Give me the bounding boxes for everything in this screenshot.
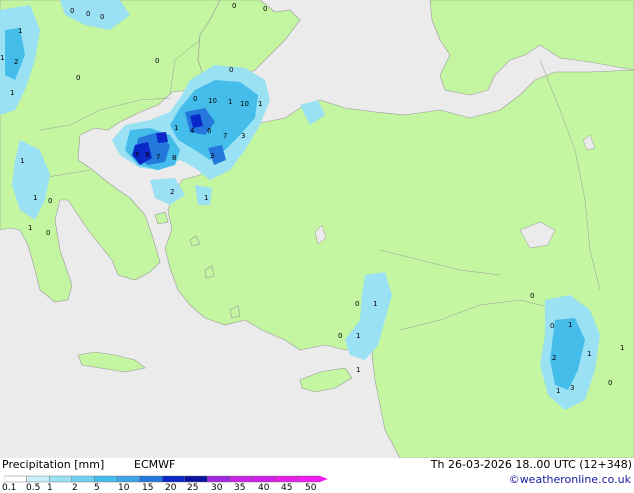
precip-label: 1 — [620, 344, 624, 352]
legend-swatch — [94, 475, 118, 483]
legend-tick-label: 50 — [305, 483, 317, 493]
precip-label: 1 — [0, 54, 4, 62]
precip-label: 0 — [232, 2, 236, 10]
precip-label: 0 — [608, 379, 612, 387]
precip-label: 1 — [356, 332, 360, 340]
legend-swatch — [139, 475, 163, 483]
precip-label: 0 — [86, 10, 90, 18]
legend-tick-label: 25 — [187, 483, 199, 493]
legend-arrow — [320, 476, 328, 482]
precip-label: 7 — [223, 132, 227, 140]
legend-swatch — [297, 475, 321, 483]
legend-swatch — [26, 475, 50, 483]
precip-label: 1 — [587, 350, 591, 358]
legend-tick-label: 1 — [47, 483, 53, 493]
precip-label: 0 — [338, 332, 342, 340]
precip-label: 1 — [10, 89, 14, 97]
legend-swatch — [116, 475, 140, 483]
legend-swatch — [4, 475, 27, 483]
legend-swatch — [275, 475, 299, 483]
precip-label: 0 — [193, 95, 197, 103]
precip-label: 5 — [135, 151, 139, 159]
precip-label: 0 — [263, 5, 267, 13]
precip-label: 8 — [172, 154, 176, 162]
legend-tick-label: 2 — [72, 483, 78, 493]
precip-label: 2 — [552, 354, 556, 362]
precip-label: 3 — [570, 384, 574, 392]
precip-label: 7 — [156, 153, 160, 161]
precip-label: 0 — [48, 197, 52, 205]
legend-swatch — [161, 475, 185, 483]
precip-label: 1 — [28, 224, 32, 232]
precip-label: 0 — [530, 292, 534, 300]
credit-link[interactable]: ©weatheronline.co.uk — [509, 473, 631, 486]
precip-label: 3 — [210, 152, 214, 160]
precipitation-map: 0 0 0 0 1 0 1 2 1 0 0 0 0 10 1 10 1 1 4 … — [0, 0, 634, 458]
map-footer: Precipitation [mm] ECMWF Th 26-03-2026 1… — [0, 458, 634, 493]
precip-label: 1 — [18, 27, 22, 35]
precip-label: 1 — [258, 100, 262, 108]
precip-label: 10 — [208, 97, 217, 105]
precip-label: 0 — [550, 322, 554, 330]
precip-label: 1 — [33, 194, 37, 202]
legend-swatch — [229, 475, 253, 483]
precip-label: 3 — [241, 132, 245, 140]
model-name: ECMWF — [134, 458, 176, 471]
precip-label: 1 — [356, 366, 360, 374]
legend-tick-label: 40 — [258, 483, 270, 493]
legend-tick-label: 5 — [94, 483, 100, 493]
legend-swatch — [184, 475, 208, 483]
legend-swatch — [71, 475, 95, 483]
legend-tick-label: 35 — [234, 483, 246, 493]
legend-tick-label: 15 — [142, 483, 154, 493]
precip-label: 1 — [20, 157, 24, 165]
legend-swatch — [252, 475, 276, 483]
precip-label: 1 — [174, 124, 178, 132]
precip-label: 1 — [556, 387, 560, 395]
precip-label: 1 — [204, 194, 208, 202]
precip-label: 6 — [207, 127, 212, 135]
precip-label: 0 — [155, 57, 159, 65]
precip-label: 0 — [76, 74, 80, 82]
precip-label: 2 — [14, 58, 18, 66]
precip-label: 0 — [229, 66, 233, 74]
legend-swatch — [207, 475, 231, 483]
precip-label: 0 — [46, 229, 50, 237]
precip-label: 0 — [70, 7, 74, 15]
precip-label: 10 — [240, 100, 249, 108]
legend-tick-label: 0.5 — [26, 483, 41, 493]
legend-tick-label: 45 — [281, 483, 293, 493]
legend-swatch — [49, 475, 73, 483]
valid-time: Th 26-03-2026 18..00 UTC (12+348) — [430, 458, 632, 471]
precip-label: 1 — [568, 321, 572, 329]
legend-tick-label: 10 — [118, 483, 130, 493]
precip-label: 1 — [228, 98, 232, 106]
legend-tick-label: 20 — [165, 483, 177, 493]
precip-label: 0 — [355, 300, 359, 308]
map-title: Precipitation [mm] — [2, 458, 105, 471]
legend-tick-label: 0.1 — [2, 483, 17, 493]
precip-label: 2 — [170, 188, 174, 196]
precip-label: 1 — [373, 300, 377, 308]
precip-label: 4 — [190, 127, 195, 135]
precip-label: 9 — [145, 151, 149, 159]
precip-label: 0 — [100, 13, 104, 21]
legend-tick-label: 30 — [211, 483, 223, 493]
